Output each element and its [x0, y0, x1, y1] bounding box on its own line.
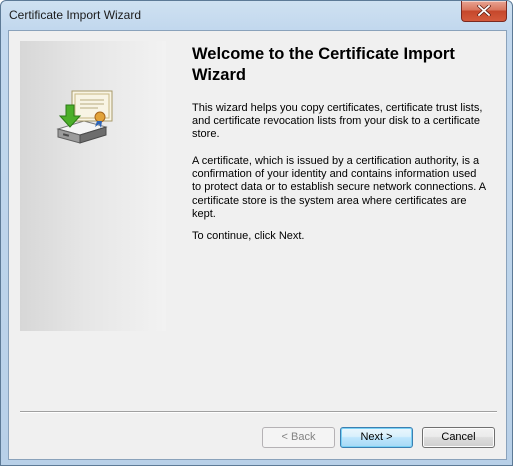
back-button[interactable]: < Back: [262, 427, 335, 448]
title-bar[interactable]: Certificate Import Wizard: [1, 1, 512, 29]
continue-instruction: To continue, click Next.: [192, 230, 305, 242]
next-button[interactable]: Next >: [340, 427, 413, 448]
cancel-button[interactable]: Cancel: [422, 427, 495, 448]
button-divider: [20, 411, 497, 413]
intro-paragraph: This wizard helps you copy certificates,…: [192, 102, 483, 141]
page-title: Welcome to the Certificate Import Wizard: [192, 45, 455, 84]
window-title: Certificate Import Wizard: [9, 8, 142, 22]
certificate-import-icon: [56, 90, 113, 144]
wizard-side-banner: [20, 41, 166, 331]
certificate-description-paragraph: A certificate, which is issued by a cert…: [192, 155, 486, 220]
wizard-window: Certificate Import Wizard Welcome to the…: [0, 0, 513, 466]
wizard-body: Welcome to the Certificate Import Wizard…: [8, 30, 507, 460]
close-icon: [477, 5, 491, 16]
close-button[interactable]: [461, 1, 507, 22]
